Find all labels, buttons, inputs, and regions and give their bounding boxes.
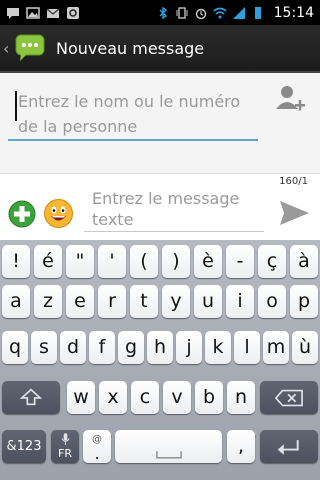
at-dot-key[interactable]: @ . bbox=[83, 430, 111, 463]
key-k[interactable]: k bbox=[205, 331, 231, 364]
key-u-grave[interactable]: ù bbox=[292, 331, 318, 364]
vibrate-icon bbox=[176, 6, 188, 19]
key-s[interactable]: s bbox=[31, 331, 57, 364]
wifi-icon bbox=[213, 7, 227, 18]
enter-icon bbox=[277, 440, 299, 455]
image-icon bbox=[26, 6, 40, 19]
status-bar: 15:14 bbox=[0, 0, 320, 25]
key-u[interactable]: u bbox=[194, 285, 222, 318]
key-v[interactable]: v bbox=[163, 381, 191, 414]
key-e[interactable]: e bbox=[66, 285, 94, 318]
battery-icon bbox=[254, 6, 261, 19]
space-icon bbox=[155, 451, 182, 459]
key-c-cedilla[interactable]: ç bbox=[258, 245, 286, 278]
key-i[interactable]: i bbox=[226, 285, 254, 318]
key-d[interactable]: d bbox=[60, 331, 86, 364]
key-j[interactable]: j bbox=[176, 331, 202, 364]
add-attachment-icon[interactable] bbox=[8, 200, 36, 228]
compose-bar: 160/1 Entrez le message texte bbox=[0, 173, 320, 240]
backspace-icon bbox=[274, 389, 303, 407]
key-l[interactable]: l bbox=[234, 331, 260, 364]
key-apostrophe[interactable]: ' bbox=[98, 245, 126, 278]
key-o[interactable]: o bbox=[258, 285, 286, 318]
add-contact-icon[interactable] bbox=[274, 83, 306, 115]
action-bar: ‹ Nouveau message bbox=[0, 25, 320, 73]
key-comma[interactable]: , bbox=[227, 430, 255, 463]
message-input[interactable]: Entrez le message texte bbox=[84, 186, 264, 232]
key-b[interactable]: b bbox=[195, 381, 223, 414]
language-label: FR bbox=[58, 447, 72, 460]
symbols-key[interactable]: &123 bbox=[2, 430, 46, 463]
enter-key[interactable] bbox=[260, 430, 318, 463]
key-e-grave[interactable]: è bbox=[194, 245, 222, 278]
recipient-input[interactable]: Entrez le nom ou le numéro de la personn… bbox=[8, 81, 258, 141]
shift-arrow-icon bbox=[19, 388, 43, 406]
key-t[interactable]: t bbox=[130, 285, 158, 318]
microphone-icon bbox=[60, 433, 70, 445]
email-icon bbox=[46, 8, 60, 18]
sms-notification-icon bbox=[7, 7, 19, 19]
key-open-paren[interactable]: ( bbox=[130, 245, 158, 278]
key-hyphen[interactable]: - bbox=[226, 245, 254, 278]
language-key[interactable]: FR bbox=[51, 430, 79, 463]
key-r[interactable]: r bbox=[98, 285, 126, 318]
key-h[interactable]: h bbox=[147, 331, 173, 364]
key-x[interactable]: x bbox=[99, 381, 127, 414]
backspace-key[interactable] bbox=[260, 381, 318, 414]
bluetooth-icon bbox=[159, 6, 167, 19]
key-y[interactable]: y bbox=[162, 285, 190, 318]
compose-screen: Entrez le nom ou le numéro de la personn… bbox=[0, 73, 320, 240]
text-caret bbox=[15, 91, 17, 121]
key-e-acute[interactable]: é bbox=[34, 245, 62, 278]
recipient-placeholder: Entrez le nom ou le numéro de la personn… bbox=[18, 92, 241, 136]
soft-keyboard: ! é " ' ( ) è - ç à a z e r t y u i o p … bbox=[0, 240, 320, 480]
status-time: 15:14 bbox=[273, 4, 314, 21]
key-a[interactable]: a bbox=[2, 285, 30, 318]
back-chevron-icon[interactable]: ‹ bbox=[3, 39, 11, 58]
signal-icon bbox=[232, 6, 245, 19]
key-m[interactable]: m bbox=[263, 331, 289, 364]
page-title: Nouveau message bbox=[56, 38, 205, 58]
key-g[interactable]: g bbox=[118, 331, 144, 364]
key-p[interactable]: p bbox=[290, 285, 318, 318]
key-w[interactable]: w bbox=[67, 381, 95, 414]
dot-label: . bbox=[94, 444, 100, 463]
key-f[interactable]: f bbox=[89, 331, 115, 364]
key-c[interactable]: c bbox=[131, 381, 159, 414]
key-n[interactable]: n bbox=[227, 381, 255, 414]
recipient-area: Entrez le nom ou le numéro de la personn… bbox=[0, 73, 320, 173]
key-a-grave[interactable]: à bbox=[290, 245, 318, 278]
key-quote[interactable]: " bbox=[66, 245, 94, 278]
key-exclamation[interactable]: ! bbox=[2, 245, 30, 278]
shift-key[interactable] bbox=[2, 381, 60, 414]
messaging-icon[interactable] bbox=[13, 33, 47, 63]
sync-icon bbox=[67, 6, 79, 19]
key-close-paren[interactable]: ) bbox=[162, 245, 190, 278]
message-placeholder: Entrez le message texte bbox=[92, 189, 240, 229]
space-key[interactable] bbox=[115, 430, 222, 463]
send-icon[interactable] bbox=[277, 198, 311, 228]
smiley-icon[interactable] bbox=[43, 198, 74, 229]
key-z[interactable]: z bbox=[34, 285, 62, 318]
character-counter: 160/1 bbox=[279, 176, 308, 187]
key-q[interactable]: q bbox=[2, 331, 28, 364]
alarm-icon bbox=[195, 8, 206, 19]
